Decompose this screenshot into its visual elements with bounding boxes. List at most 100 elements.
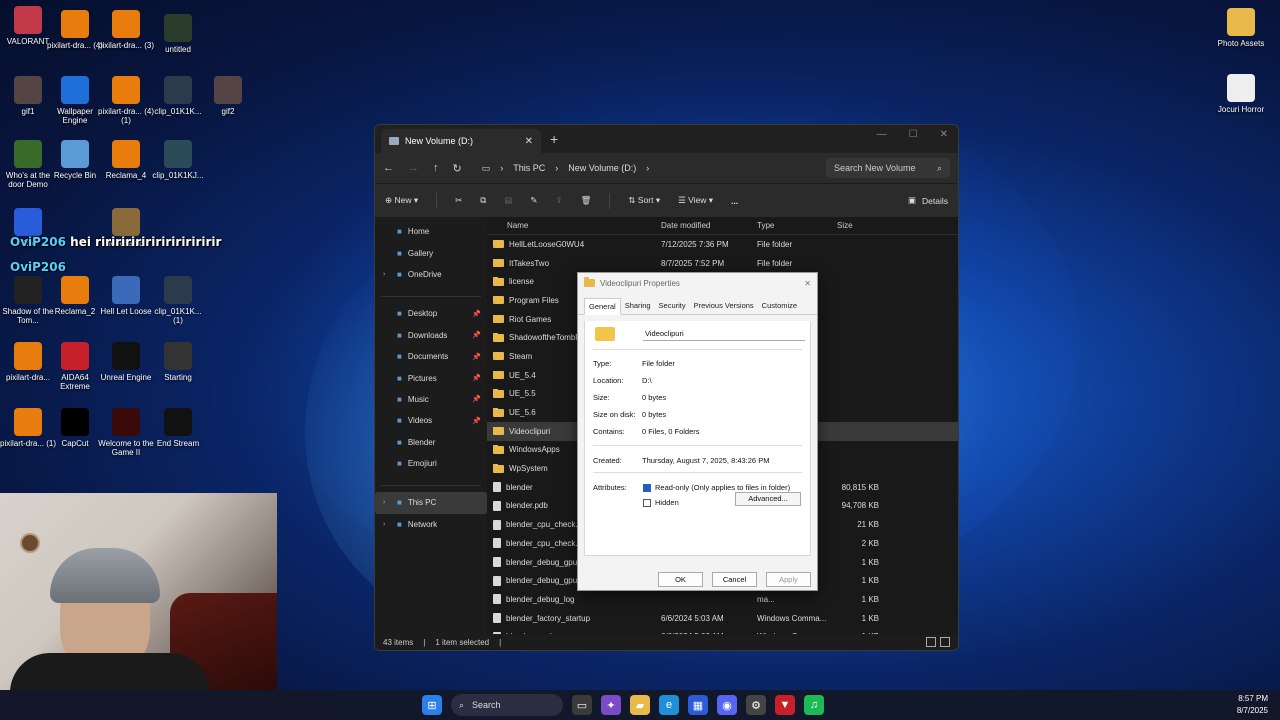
copy-icon[interactable]: ⧉ [480,195,486,206]
search-input[interactable]: Search New Volume ⌕ [826,158,950,178]
pin-icon[interactable]: 📌 [472,310,481,318]
close-dialog-icon[interactable]: ✕ [804,279,811,288]
pin-icon[interactable]: 📌 [472,353,481,361]
up-icon[interactable]: ↑ [433,162,439,174]
nav-item-documents[interactable]: ■ Documents 📌 [375,346,487,367]
desktop-icon[interactable]: Unreal Engine [98,342,154,382]
desktop-icon[interactable]: Reclama_4 [98,140,154,180]
desktop-icon[interactable]: Welcome to the Game II [98,408,154,457]
desktop-icon[interactable]: End Stream [150,408,206,448]
pin-icon[interactable]: 📌 [472,395,481,403]
desktop-icon[interactable]: clip_01K1K... [150,76,206,116]
paste-icon[interactable]: ▤ [504,195,512,206]
desktop-icon[interactable]: AIDA64 Extreme [47,342,103,391]
taskbar-search[interactable]: ⌕ Search [451,694,563,716]
steam-icon[interactable]: ⚙ [746,695,766,715]
chevron-right-icon[interactable]: › [383,521,385,528]
folder-name-input[interactable] [643,327,805,341]
pin-icon[interactable]: 📌 [472,374,481,382]
new-button[interactable]: ⊕ New ▾ [385,195,418,206]
brave-icon[interactable]: ▼ [775,695,795,715]
desktop-icon[interactable]: CapCut [47,408,103,448]
forward-icon[interactable]: → [408,162,419,174]
desktop-icon[interactable]: Recycle Bin [47,140,103,180]
view-button[interactable]: ☰ View ▾ [678,195,713,206]
desktop-icon[interactable]: pixilart-dra... (4) (1) [98,76,154,125]
column-date[interactable]: Date modified [657,221,753,230]
cancel-button[interactable]: Cancel [712,572,757,587]
spotify-icon[interactable]: ♫ [804,695,824,715]
maximize-icon[interactable]: ☐ [909,129,918,140]
nav-item-blender[interactable]: ■ Blender [375,432,487,453]
chevron-right-icon[interactable]: › [383,499,385,506]
nav-item-pictures[interactable]: ■ Pictures 📌 [375,367,487,388]
nav-item-this-pc[interactable]: › ■ This PC [375,492,487,514]
desktop-icon[interactable]: Reclama_2 [47,276,103,316]
details-button[interactable]: Details [922,196,948,206]
apply-button[interactable]: Apply [766,572,811,587]
rename-icon[interactable]: ✎ [530,195,537,206]
breadcrumb-new-volume[interactable]: New Volume (D:) [568,163,636,173]
desktop-icon[interactable]: Photo Assets [1213,8,1269,48]
copilot-icon[interactable]: ✦ [601,695,621,715]
column-type[interactable]: Type [753,221,833,230]
nav-item-home[interactable]: ■ Home [375,221,487,242]
desktop-icon[interactable]: clip_01K1K... (1) [150,276,206,325]
chevron-right-icon[interactable]: › [383,271,385,278]
desktop-icon[interactable]: pixilart-dra... (3) [98,10,154,50]
desktop-icon[interactable]: pixilart-dra... (4) [47,10,103,50]
ok-button[interactable]: OK [658,572,703,587]
desktop-icon[interactable]: Wallpaper Engine [47,76,103,125]
pin-icon[interactable]: 📌 [472,417,481,425]
close-tab-icon[interactable]: ✕ [525,136,533,147]
table-row[interactable]: blender_factory_startup 6/6/2024 5:03 AM W… [487,609,958,628]
refresh-icon[interactable]: ↻ [453,162,462,175]
cut-icon[interactable]: ✂ [455,195,462,206]
dialog-tab-previous-versions[interactable]: Previous Versions [690,298,758,314]
nav-item-videos[interactable]: ■ Videos 📌 [375,410,487,431]
details-view-icon[interactable] [926,637,936,647]
edge-icon[interactable]: e [659,695,679,715]
nav-item-network[interactable]: › ■ Network [375,514,487,535]
nav-item-onedrive[interactable]: › ■ OneDrive [375,264,487,285]
table-row[interactable]: ItTakesTwo 8/7/2025 7:52 PM File folder [487,254,958,273]
start-icon[interactable]: ⊞ [422,695,442,715]
share-icon[interactable]: ⇪ [556,195,563,206]
dialog-tab-security[interactable]: Security [655,298,690,314]
system-clock[interactable]: 8:57 PM 8/7/2025 [1237,693,1268,717]
pin-icon[interactable]: 📌 [472,331,481,339]
advanced-button[interactable]: Advanced... [735,492,801,506]
task-view-icon[interactable]: ▭ [572,695,592,715]
new-tab-button[interactable]: + [550,131,558,147]
dialog-tab-sharing[interactable]: Sharing [621,298,655,314]
breadcrumb-this-pc[interactable]: This PC [513,163,545,173]
dialog-tab-customize[interactable]: Customize [758,298,801,314]
column-size[interactable]: Size [833,221,883,230]
file-explorer-icon[interactable]: ▰ [630,695,650,715]
discord-icon[interactable]: ◉ [717,695,737,715]
table-row[interactable]: HellLetLooseG0WU4 7/12/2025 7:36 PM File f… [487,235,958,254]
more-button[interactable]: ... [731,196,738,206]
tiles-view-icon[interactable] [940,637,950,647]
sort-button[interactable]: ⇅ Sort ▾ [628,195,660,206]
desktop-icon[interactable]: Jocuri Horror [1213,74,1269,114]
desktop-icon[interactable]: Hell Let Loose [98,276,154,316]
back-icon[interactable]: ← [383,162,394,174]
desktop-icon[interactable]: Starting [150,342,206,382]
tab-new-volume[interactable]: New Volume (D:) ✕ [381,129,541,153]
nav-item-emojiuri[interactable]: ■ Emojiuri [375,453,487,474]
dialog-tab-general[interactable]: General [584,298,621,315]
column-name[interactable]: Name [487,221,657,230]
nav-item-desktop[interactable]: ■ Desktop 📌 [375,303,487,324]
table-row[interactable]: blender_debug_log ma... 1 KB [487,590,958,609]
desktop-icon[interactable]: clip_01K1KJ... [150,140,206,180]
hidden-checkbox[interactable]: Hidden [643,498,679,507]
desktop-icon[interactable]: gif2 [200,76,256,116]
close-window-icon[interactable]: ✕ [940,129,948,140]
store-icon[interactable]: ▦ [688,695,708,715]
nav-item-downloads[interactable]: ■ Downloads 📌 [375,325,487,346]
delete-icon[interactable]: 🗑 [581,195,592,206]
minimize-icon[interactable]: — [877,129,887,140]
nav-item-music[interactable]: ■ Music 📌 [375,389,487,410]
nav-item-gallery[interactable]: ■ Gallery [375,242,487,263]
